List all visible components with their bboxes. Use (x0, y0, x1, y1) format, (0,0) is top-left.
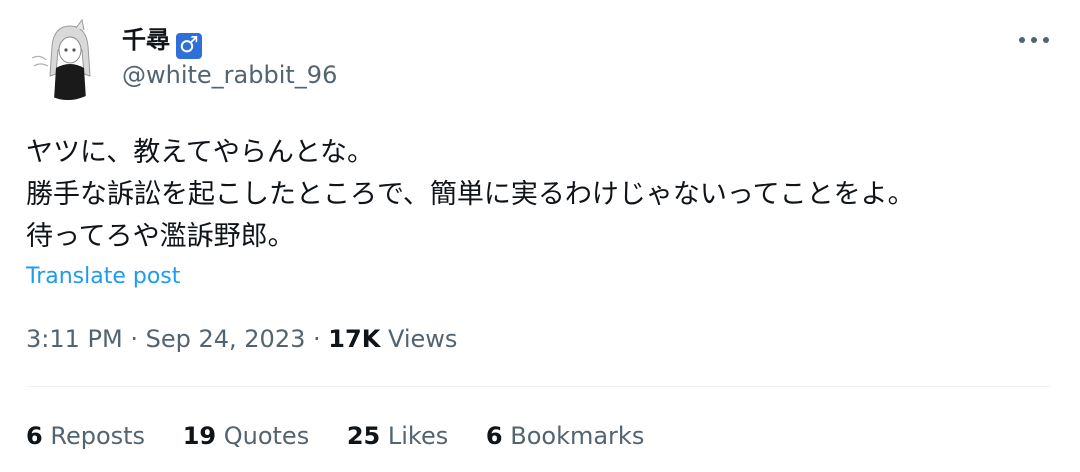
reposts-stat[interactable]: 6 Reposts (26, 420, 145, 452)
engagement-stats: 6 Reposts 19 Quotes 25 Likes 6 Bookmarks (26, 420, 674, 452)
views-count: 17K (328, 325, 381, 353)
divider (26, 386, 1050, 387)
more-horizontal-icon-dot (1031, 37, 1037, 43)
post-metadata: 3:11 PM · Sep 24, 2023 · 17K Views (26, 322, 457, 356)
bookmarks-label: Bookmarks (510, 422, 645, 450)
likes-stat[interactable]: 25 Likes (347, 420, 448, 452)
more-horizontal-icon (1019, 37, 1025, 43)
reposts-label: Reposts (50, 422, 146, 450)
reposts-count: 6 (26, 422, 43, 450)
likes-label: Likes (387, 422, 449, 450)
display-name[interactable]: 千尋 ♂ (122, 24, 202, 59)
user-handle[interactable]: @white_rabbit_96 (122, 59, 337, 91)
quotes-count: 19 (182, 422, 217, 450)
bookmarks-count: 6 (485, 422, 503, 450)
views-label: Views (387, 325, 458, 353)
translate-post-link[interactable]: Translate post (26, 262, 180, 292)
quotes-label: Quotes (223, 422, 310, 450)
post-time[interactable]: 3:11 PM (26, 325, 123, 353)
post-date[interactable]: Sep 24, 2023 (146, 325, 306, 353)
tweet-card: 千尋 ♂ @white_rabbit_96 ヤツに、教えてやらんとな。 勝手な訴訟… (0, 0, 1080, 472)
avatar-illustration (26, 16, 110, 100)
more-options-button[interactable] (1012, 24, 1056, 56)
display-name-text: 千尋 (122, 26, 170, 54)
male-symbol-icon: ♂ (176, 33, 202, 59)
post-text-line: ヤツに、教えてやらんとな。 (26, 137, 375, 168)
post-text: ヤツに、教えてやらんとな。 勝手な訴訟を起こしたところで、簡単に実るわけじゃない… (26, 132, 1056, 258)
meta-separator: · (313, 325, 321, 353)
quotes-stat[interactable]: 19 Quotes (183, 420, 310, 452)
avatar[interactable] (26, 16, 110, 100)
meta-separator: · (130, 325, 138, 353)
more-horizontal-icon-dot (1043, 37, 1049, 43)
post-text-line: 勝手な訴訟を起こしたところで、簡単に実るわけじゃないってことをよ。 (26, 179, 915, 210)
post-text-line: 待ってろや濫訴野郎。 (26, 221, 295, 252)
likes-count: 25 (346, 422, 381, 450)
bookmarks-stat[interactable]: 6 Bookmarks (486, 420, 644, 452)
